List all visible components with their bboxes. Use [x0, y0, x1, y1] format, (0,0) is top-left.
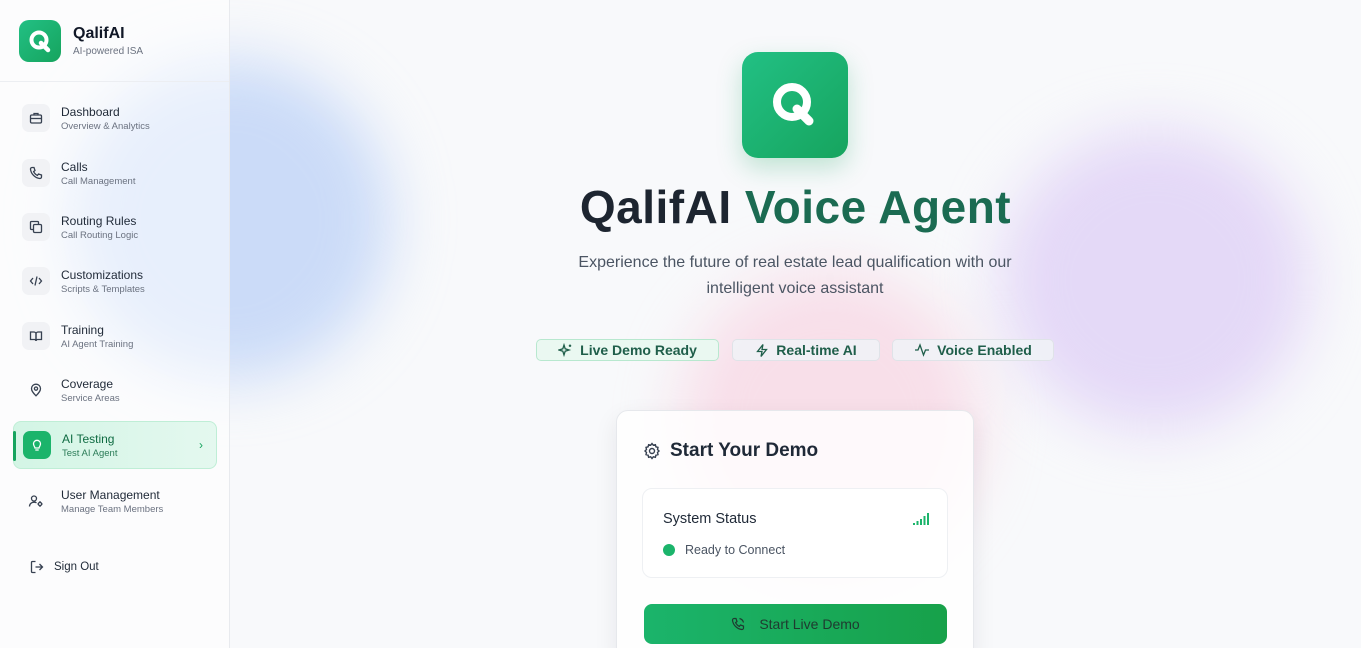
sidebar-item-sublabel: Call Routing Logic: [61, 229, 139, 241]
connection-status-text: Ready to Connect: [685, 543, 786, 557]
sidebar-item-label: Routing Rules: [61, 213, 137, 228]
sidebar-item-sublabel: Test AI Agent: [62, 447, 118, 459]
sidebar-item-sublabel: Service Areas: [61, 392, 120, 404]
sidebar-item-label: AI Testing: [62, 431, 115, 446]
hero-logo-icon: [742, 52, 848, 158]
badge-label: Live Demo Ready: [580, 342, 697, 358]
hero-description: Experience the future of real estate lea…: [578, 254, 1012, 297]
sidebar-item-dashboard[interactable]: Dashboard Overview & Analytics: [13, 94, 217, 142]
sidebar-item-sublabel: AI Agent Training: [61, 338, 134, 350]
sparkles-icon: [558, 342, 572, 357]
status-indicator-dot: [663, 544, 675, 556]
book-icon: [22, 322, 50, 350]
start-live-demo-button[interactable]: Start Live Demo: [644, 604, 947, 644]
signal-strength-icon: [913, 513, 929, 525]
badge-label: Real-time AI: [776, 342, 857, 358]
copy-icon: [22, 213, 50, 241]
sidebar-item-sublabel: Scripts & Templates: [61, 283, 145, 295]
phone-call-icon: [732, 617, 745, 631]
brand[interactable]: QalifAI AI-powered ISA: [0, 0, 229, 82]
zap-icon: [756, 343, 769, 357]
demo-card-header: Start Your Demo: [643, 440, 818, 462]
code-icon: [22, 267, 50, 295]
sidebar-item-user-management[interactable]: User Management Manage Team Members: [13, 477, 217, 525]
sign-out-label: Sign Out: [54, 561, 99, 573]
system-status-panel: System Status Ready to Connect: [642, 488, 948, 578]
system-status-title: System Status: [663, 511, 757, 527]
sidebar-item-sublabel: Call Management: [61, 175, 136, 187]
brand-logo-icon: [19, 19, 61, 62]
start-live-demo-label: Start Live Demo: [759, 616, 860, 632]
page-title: QalifAI Voice Agent: [230, 180, 1361, 234]
sidebar-item-label: Customizations: [61, 267, 144, 282]
brand-name: QalifAI: [73, 24, 125, 42]
phone-icon: [22, 159, 50, 187]
sidebar-item-routing-rules[interactable]: Routing Rules Call Routing Logic: [13, 203, 217, 251]
sidebar-item-calls[interactable]: Calls Call Management: [13, 149, 217, 197]
sidebar: QalifAI AI-powered ISA Dashboard Overvie…: [0, 0, 230, 648]
main-content: QalifAI Voice Agent Experience the futur…: [230, 0, 1361, 648]
sidebar-item-label: Calls: [61, 159, 88, 174]
lightbulb-icon: [23, 431, 51, 459]
sidebar-item-label: Dashboard: [61, 104, 120, 119]
sidebar-item-training[interactable]: Training AI Agent Training: [13, 312, 217, 360]
sidebar-item-label: Training: [61, 322, 104, 337]
gear-icon: [644, 442, 660, 460]
connection-status: Ready to Connect: [663, 543, 785, 557]
sidebar-item-label: Coverage: [61, 376, 114, 391]
sidebar-item-coverage[interactable]: Coverage Service Areas: [13, 366, 217, 414]
log-out-icon: [30, 560, 44, 574]
app-window: QalifAI AI-powered ISA Dashboard Overvie…: [0, 0, 1361, 648]
sidebar-item-ai-testing[interactable]: AI Testing Test AI Agent ›: [13, 421, 217, 469]
sidebar-item-label: User Management: [61, 487, 160, 502]
brand-tagline: AI-powered ISA: [73, 45, 144, 57]
badge-live-demo-ready: Live Demo Ready: [536, 339, 719, 361]
map-pin-icon: [22, 376, 50, 404]
sidebar-item-sublabel: Manage Team Members: [61, 503, 164, 515]
sidebar-item-customizations[interactable]: Customizations Scripts & Templates: [13, 257, 217, 305]
sidebar-item-sublabel: Overview & Analytics: [61, 120, 150, 132]
chevron-right-icon: ›: [199, 438, 203, 452]
badge-voice-enabled: Voice Enabled: [892, 339, 1054, 361]
sign-out-button[interactable]: Sign Out: [30, 560, 99, 574]
user-cog-icon: [22, 487, 50, 515]
badge-real-time-ai: Real-time AI: [732, 339, 880, 361]
briefcase-icon: [22, 104, 50, 132]
badge-label: Voice Enabled: [937, 342, 1032, 358]
demo-card: Start Your Demo System Status Ready to C…: [616, 410, 974, 648]
page-title-brand: QalifAI: [579, 181, 732, 233]
demo-card-title: Start Your Demo: [670, 440, 819, 461]
activity-icon: [915, 343, 930, 357]
page-title-highlight: Voice Agent: [744, 181, 1012, 233]
